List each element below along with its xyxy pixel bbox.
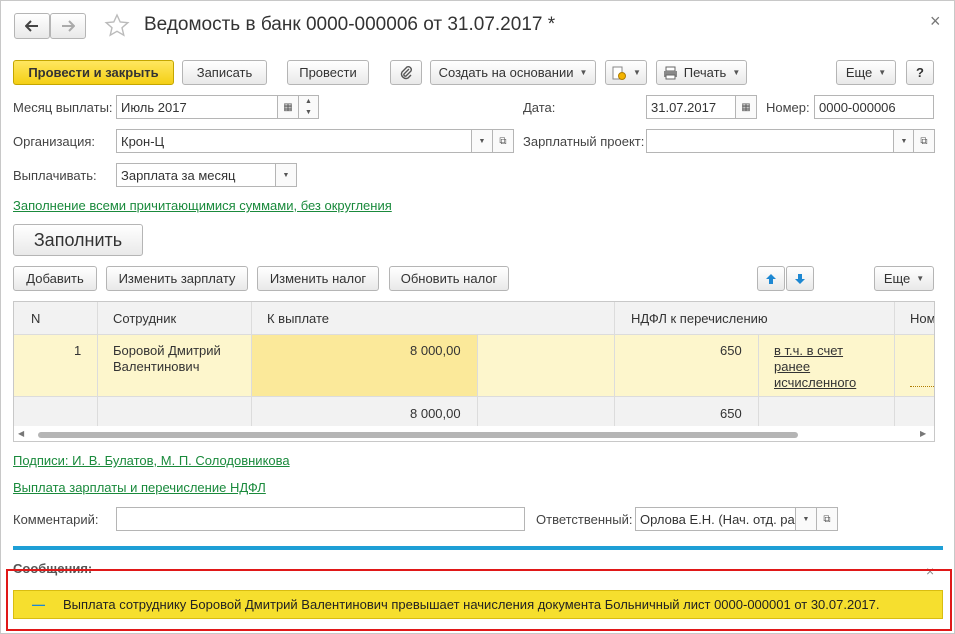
arrow-left-icon [25, 20, 38, 32]
ndfl-value: 650 [720, 343, 742, 358]
chevron-down-icon[interactable]: ▼ [795, 507, 817, 531]
chevron-down-icon: ▼ [878, 68, 887, 77]
move-down-button[interactable] [786, 266, 814, 291]
employee-name-line2: Валентинович [113, 359, 200, 374]
scrollbar-thumb[interactable] [38, 432, 798, 438]
footer-to-pay-total: 8 000,00 [410, 406, 461, 421]
number-field[interactable]: 0000-000006 [814, 95, 934, 119]
responsible-field[interactable]: Орлова Е.Н. (Нач. отд. ра [635, 507, 796, 531]
organization-label: Организация: [13, 134, 96, 149]
scroll-right-icon[interactable]: ▶ [920, 429, 926, 438]
arrow-down-icon [795, 273, 805, 284]
pay-month-field[interactable]: Июль 2017 [116, 95, 278, 119]
column-header-to-pay[interactable]: К выплате [267, 311, 329, 326]
chevron-down-icon[interactable]: ▼ [275, 163, 297, 187]
messages-separator [13, 546, 943, 550]
pay-month-label: Месяц выплаты: [13, 100, 113, 115]
more-button[interactable]: Еще ▼ [836, 60, 896, 85]
favorite-star-icon[interactable] [104, 13, 130, 39]
comment-field[interactable] [116, 507, 525, 531]
comment-label: Комментарий: [13, 512, 99, 527]
add-row-button[interactable]: Добавить [13, 266, 97, 291]
signatures-link[interactable]: Подписи: И. В. Булатов, М. П. Солодовник… [13, 453, 290, 468]
responsible-label: Ответственный: [536, 512, 633, 527]
column-header-employee[interactable]: Сотрудник [113, 311, 176, 326]
open-icon[interactable]: ⧉ [816, 507, 838, 531]
post-button[interactable]: Провести [287, 60, 369, 85]
print-button[interactable]: Печать ▼ [656, 60, 747, 85]
reports-button[interactable]: ▼ [605, 60, 647, 85]
edit-tax-button[interactable]: Изменить налог [257, 266, 379, 291]
chevron-down-icon[interactable]: ▼ [471, 129, 493, 153]
printer-icon [663, 66, 677, 79]
ndfl-detail-link-line2[interactable]: ранее [774, 359, 810, 374]
column-header-extra[interactable]: Ном [910, 311, 934, 326]
chevron-down-icon: ▼ [732, 68, 741, 77]
organization-field[interactable]: Крон-Ц [116, 129, 472, 153]
post-and-close-button[interactable]: Провести и закрыть [13, 60, 174, 85]
table-more-button[interactable]: Еще ▼ [874, 266, 934, 291]
chevron-down-icon: ▼ [916, 274, 925, 283]
ndfl-detail-link-line3[interactable]: исчисленного [774, 375, 856, 390]
horizontal-scrollbar[interactable]: ◀ ▶ [14, 428, 934, 441]
window-title: Ведомость в банк 0000-000006 от 31.07.20… [144, 14, 556, 35]
close-icon[interactable]: × [930, 11, 941, 32]
arrow-right-icon [62, 20, 75, 32]
open-icon[interactable]: ⧉ [913, 129, 935, 153]
dotted-underline [910, 386, 934, 387]
attach-button[interactable] [390, 60, 422, 85]
table-more-label: Еще [883, 271, 911, 286]
column-header-ndfl[interactable]: НДФЛ к перечислению [631, 311, 768, 326]
message-item[interactable]: — Выплата сотруднику Боровой Дмитрий Вал… [13, 590, 943, 619]
scroll-left-icon[interactable]: ◀ [18, 429, 24, 438]
help-button[interactable]: ? [906, 60, 934, 85]
print-label: Печать [683, 65, 727, 80]
chevron-down-icon: ▼ [633, 68, 641, 77]
payment-link[interactable]: Выплата зарплаты и перечисление НДФЛ [13, 480, 266, 495]
month-stepper[interactable]: ▲ ▼ [298, 95, 319, 119]
message-dash-icon: — [32, 597, 45, 612]
save-button[interactable]: Записать [182, 60, 267, 85]
pay-type-label: Выплачивать: [13, 168, 97, 183]
date-label: Дата: [523, 100, 556, 115]
more-label: Еще [845, 65, 873, 80]
salary-project-label: Зарплатный проект: [523, 134, 645, 149]
move-up-button[interactable] [757, 266, 785, 291]
employee-name-line1: Боровой Дмитрий [113, 343, 221, 358]
open-icon[interactable]: ⧉ [492, 129, 514, 153]
ndfl-detail-link-line1[interactable]: в т.ч. в счет [774, 343, 843, 358]
table-footer [14, 396, 934, 426]
calendar-icon[interactable]: ▦ [277, 95, 299, 119]
column-header-n[interactable]: N [31, 311, 40, 326]
employees-table: N Сотрудник К выплате НДФЛ к перечислени… [13, 301, 935, 442]
to-pay-value: 8 000,00 [410, 343, 461, 358]
pay-type-field[interactable]: Зарплата за месяц [116, 163, 276, 187]
row-number: 1 [74, 343, 82, 358]
create-based-on-button[interactable]: Создать на основании ▼ [430, 60, 596, 85]
update-tax-button[interactable]: Обновить налог [389, 266, 509, 291]
salary-project-field[interactable] [646, 129, 894, 153]
chevron-down-icon[interactable]: ▼ [893, 129, 915, 153]
footer-ndfl-total: 650 [720, 406, 742, 421]
chevron-down-icon: ▼ [579, 68, 588, 77]
number-label: Номер: [766, 100, 810, 115]
edit-salary-button[interactable]: Изменить зарплату [106, 266, 248, 291]
arrow-up-icon [766, 273, 776, 284]
document-gear-icon [612, 66, 627, 80]
calendar-icon[interactable]: ▦ [735, 95, 757, 119]
forward-button[interactable] [50, 13, 86, 39]
fill-mode-link[interactable]: Заполнение всеми причитающимися суммами,… [13, 198, 392, 213]
create-based-on-label: Создать на основании [438, 65, 574, 80]
back-button[interactable] [14, 13, 50, 39]
message-text: Выплата сотруднику Боровой Дмитрий Вален… [63, 597, 880, 612]
fill-button[interactable]: Заполнить [13, 224, 143, 256]
date-field[interactable]: 31.07.2017 [646, 95, 736, 119]
paperclip-icon [400, 65, 412, 79]
